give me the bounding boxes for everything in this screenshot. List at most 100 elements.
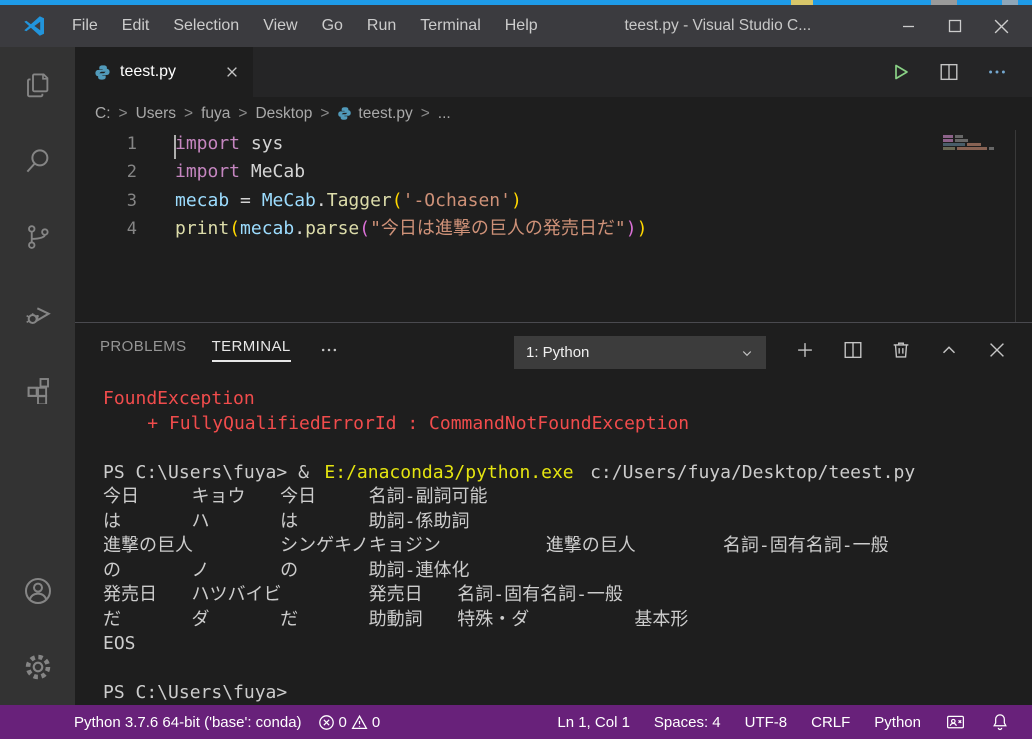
terminal-text: FoundException (103, 387, 255, 412)
breadcrumb-label: C: (95, 105, 111, 123)
new-terminal-icon[interactable] (794, 339, 816, 361)
terminal-text: の (103, 559, 121, 584)
breadcrumb-label: Users (136, 105, 176, 123)
menu-view[interactable]: View (251, 11, 309, 41)
terminal-text: 助動詞 (369, 608, 423, 633)
code-line[interactable]: 1import sys (75, 130, 1032, 158)
extensions-icon[interactable] (0, 351, 75, 427)
chevron-down-icon (738, 344, 756, 362)
text-cursor (174, 135, 176, 159)
code-text: mecab = MeCab.Tagger('-Ochasen') (175, 187, 522, 215)
menu-selection[interactable]: Selection (161, 11, 251, 41)
split-terminal-icon[interactable] (842, 339, 864, 361)
panel-header: PROBLEMS TERMINAL 1: Python (75, 323, 1032, 377)
line-number: 1 (75, 130, 137, 158)
run-debug-icon[interactable] (0, 275, 75, 351)
terminal-text: 特殊・ダ (457, 608, 529, 633)
kill-terminal-icon[interactable] (890, 339, 912, 361)
code-text: print(mecab.parse("今日は進撃の巨人の発売日だ")) (175, 215, 647, 243)
error-count: 0 (339, 714, 347, 731)
problems-indicator[interactable]: 0 0 (318, 714, 381, 731)
code-line[interactable]: 4 print(mecab.parse("今日は進撃の巨人の発売日だ")) (75, 215, 1032, 243)
window-controls (886, 8, 1024, 44)
maximize-panel-icon[interactable] (938, 339, 960, 361)
breadcrumb-item[interactable]: ... (438, 105, 451, 123)
terminal-text: 今日 (103, 485, 139, 510)
breadcrumb-separator: > (421, 105, 430, 123)
terminal-text: 今日 (280, 485, 316, 510)
terminal-text: 名詞-固有名詞-一般 (723, 534, 889, 559)
breadcrumb-item[interactable]: teest.py (337, 105, 412, 123)
breadcrumb-item[interactable]: Desktop (255, 105, 312, 123)
menu-edit[interactable]: Edit (110, 11, 162, 41)
panel-more-icon[interactable] (319, 340, 339, 360)
menu-file[interactable]: File (60, 11, 110, 41)
terminal-picker[interactable]: 1: Python (514, 336, 766, 369)
account-icon[interactable] (0, 553, 75, 629)
search-icon[interactable] (0, 123, 75, 199)
code-line[interactable]: 2import MeCab (75, 158, 1032, 186)
error-icon (318, 714, 335, 731)
status-item-ln-1-col-1[interactable]: Ln 1, Col 1 (557, 714, 630, 731)
terminal-text: は (280, 510, 298, 535)
status-item-spaces-4[interactable]: Spaces: 4 (654, 714, 721, 731)
code-token: '-Ochasen' (403, 190, 511, 211)
terminal-output[interactable]: FoundException+ FullyQualifiedErrorId : … (103, 387, 1032, 705)
menu-go[interactable]: Go (310, 11, 355, 41)
maximize-button[interactable] (932, 8, 978, 44)
python-file-icon (94, 64, 111, 81)
settings-gear-icon[interactable] (0, 629, 75, 705)
line-number: 4 (75, 215, 137, 243)
feedback-icon[interactable] (945, 712, 966, 733)
code-token: ) (637, 218, 648, 239)
terminal-line (103, 657, 1032, 682)
breadcrumb-label: fuya (201, 105, 230, 123)
code-token: print (175, 218, 229, 239)
code-token: ( (392, 190, 403, 211)
menu-terminal[interactable]: Terminal (408, 11, 492, 41)
code-token: Tagger (327, 190, 392, 211)
terminal-text: 進撃の巨人 (103, 534, 193, 559)
terminal-text: 助詞-係助詞 (369, 510, 470, 535)
terminal-line (103, 436, 1032, 461)
split-editor-icon[interactable] (938, 61, 960, 83)
terminal-text: シンゲキノキョジン (280, 534, 441, 559)
tab-problems[interactable]: PROBLEMS (100, 338, 187, 362)
more-actions-icon[interactable] (986, 61, 1008, 83)
terminal-text: は (103, 510, 121, 535)
breadcrumb-item[interactable]: C: (95, 105, 111, 123)
status-item-python[interactable]: Python (874, 714, 921, 731)
code-token: sys (240, 133, 283, 154)
explorer-icon[interactable] (0, 47, 75, 123)
terminal-text: だ (280, 608, 298, 633)
close-panel-icon[interactable] (986, 339, 1008, 361)
minimize-button[interactable] (886, 8, 932, 44)
terminal-text: ノ (192, 559, 210, 584)
code-line[interactable]: 3mecab = MeCab.Tagger('-Ochasen') (75, 187, 1032, 215)
breadcrumb-separator: > (184, 105, 193, 123)
vscode-logo-icon (22, 14, 46, 38)
tab-terminal[interactable]: TERMINAL (212, 338, 291, 362)
run-python-file-icon[interactable] (888, 60, 912, 84)
tab-close-icon[interactable] (225, 65, 239, 79)
warning-count: 0 (372, 714, 380, 731)
code-token: . (294, 218, 305, 239)
minimap[interactable] (943, 135, 1009, 151)
python-interpreter[interactable]: Python 3.7.6 64-bit ('base': conda) (74, 714, 302, 731)
code-token: ( (229, 218, 240, 239)
menu-run[interactable]: Run (355, 11, 408, 41)
code-token: . (316, 190, 327, 211)
tab-teest-py[interactable]: teest.py (75, 47, 253, 97)
menu-help[interactable]: Help (493, 11, 550, 41)
close-button[interactable] (978, 8, 1024, 44)
breadcrumb-item[interactable]: Users (136, 105, 176, 123)
terminal-text: c:/Users/fuya/Desktop/teest.py (590, 461, 915, 486)
notifications-bell-icon[interactable] (990, 712, 1010, 732)
code-editor[interactable]: 1import sys2import MeCab3mecab = MeCab.T… (75, 130, 1032, 322)
source-control-icon[interactable] (0, 199, 75, 275)
code-token: MeCab (240, 161, 305, 182)
status-item-utf-8[interactable]: UTF-8 (745, 714, 788, 731)
status-bar-left: Python 3.7.6 64-bit ('base': conda) 0 0 (0, 714, 380, 731)
breadcrumb-item[interactable]: fuya (201, 105, 230, 123)
status-item-crlf[interactable]: CRLF (811, 714, 850, 731)
